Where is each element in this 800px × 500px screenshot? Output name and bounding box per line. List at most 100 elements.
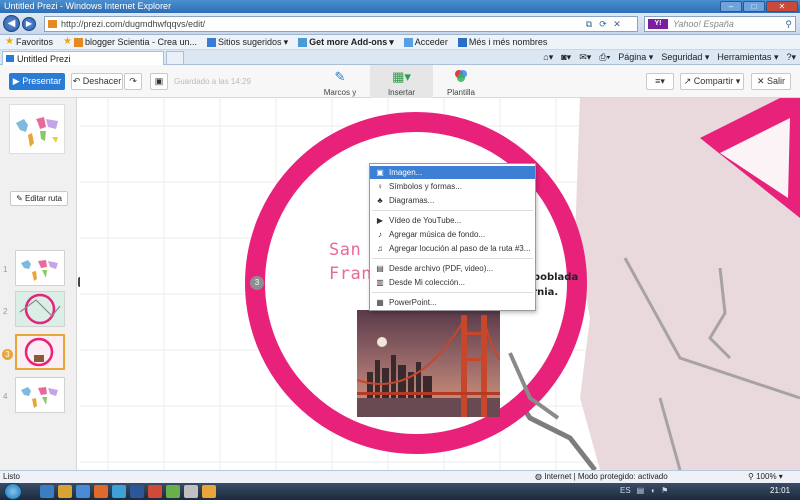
exit-button[interactable]: ✕ Salir (751, 73, 791, 90)
undo-button[interactable]: ↶ Deshacer (71, 73, 123, 90)
forward-button[interactable]: ▶ (22, 17, 36, 31)
favorites-button[interactable]: ★ Favoritos (5, 35, 53, 49)
share-label: Compartir (693, 76, 734, 86)
back-button[interactable]: ◀ (3, 15, 20, 32)
present-button[interactable]: ▶ Presentar (9, 73, 65, 90)
tab-untitled-prezi[interactable]: Untitled Prezi (2, 51, 164, 65)
redo-button[interactable]: ↷ (124, 73, 142, 90)
edit-route-button[interactable]: ✎ Editar ruta (10, 191, 68, 206)
save-icon: ▣ (154, 76, 164, 86)
taskbar-app-icon[interactable] (202, 485, 216, 498)
tools-menu[interactable]: Herramientas ▾ (717, 50, 778, 64)
taskbar-folder-icon[interactable] (58, 485, 72, 498)
url-text: http://prezi.com/dugmdhwfqqvs/edit/ (61, 19, 206, 29)
close-icon: ✕ (756, 76, 765, 86)
slide-thumbnail-4[interactable] (15, 377, 65, 413)
search-field[interactable]: Y! Yahoo! España ⚲ (644, 16, 796, 32)
slide-thumbnail-3[interactable] (15, 334, 65, 370)
menu-item-symbols[interactable]: ♀ Símbolos y formas... (370, 180, 535, 193)
new-tab-button[interactable] (166, 51, 184, 65)
favorites-label: Favoritos (15, 37, 53, 47)
page-menu[interactable]: Página ▾ (618, 50, 653, 64)
menu-item-from-file[interactable]: ▤ Desde archivo (PDF, video)... (370, 262, 535, 275)
taskbar-word-icon[interactable] (130, 485, 144, 498)
search-icon[interactable]: ⚲ (785, 17, 792, 31)
taskbar-app-icon[interactable] (112, 485, 126, 498)
window-titlebar: Untitled Prezi - Windows Internet Explor… (0, 0, 800, 13)
taskbar-app-icon[interactable] (184, 485, 198, 498)
favorite-link-label: Acceder (414, 37, 448, 47)
menu-item-voiceover[interactable]: ♫ Agregar locución al paso de la ruta #3… (370, 242, 535, 255)
slide-thumbnail-2[interactable] (15, 291, 65, 327)
stop-icon[interactable]: ✕ (611, 18, 623, 30)
security-menu[interactable]: Seguridad ▾ (661, 50, 709, 64)
menu-item-my-collection[interactable]: ▥ Desde Mi colección... (370, 276, 535, 289)
menu-item-powerpoint[interactable]: ▦ PowerPoint... (370, 296, 535, 309)
mail-icon[interactable]: ✉▾ (579, 50, 591, 64)
taskbar-app-icon[interactable] (94, 485, 108, 498)
undo-icon: ↶ (72, 76, 81, 86)
template-tool[interactable]: Plantilla (441, 69, 481, 97)
hamburger-icon: ≡▾ (655, 76, 665, 86)
zoom-level[interactable]: ⚲ 100% ▾ (748, 471, 783, 483)
taskbar-app-icon[interactable] (166, 485, 180, 498)
help-icon[interactable]: ?▾ (786, 50, 796, 64)
language-indicator[interactable]: ES (620, 486, 631, 495)
favorite-link[interactable]: Sitios sugeridos ▾ (207, 35, 288, 49)
menu-item-label: Símbolos y formas... (389, 182, 462, 191)
insert-dropdown-menu: ▣ Imagen... ♀ Símbolos y formas... ♣ Dia… (369, 163, 536, 311)
star-icon: ★ (5, 36, 14, 47)
menu-item-label: Desde archivo (PDF, video)... (389, 264, 494, 273)
address-bar: ◀ ▶ http://prezi.com/dugmdhwfqqvs/edit/ … (0, 13, 800, 35)
page-icon (403, 37, 413, 47)
diagram-icon: ♣ (377, 196, 383, 205)
golden-gate-photo[interactable] (357, 310, 500, 417)
slide-number: 1 (3, 265, 8, 274)
slide-thumbnail-1[interactable] (15, 250, 65, 286)
zoom-label: 100% (756, 472, 777, 481)
taskbar-ie-icon[interactable] (76, 485, 90, 498)
file-icon: ▤ (376, 264, 384, 273)
minimize-button[interactable]: – (720, 1, 742, 12)
music-note-icon: ♫ (377, 244, 383, 253)
favorite-link[interactable]: Acceder (403, 35, 448, 49)
feeds-icon[interactable]: ◙▾ (561, 50, 571, 64)
network-icon[interactable]: ▤ (637, 486, 645, 495)
refresh-icon[interactable]: ⟳ (597, 18, 609, 30)
start-button[interactable] (4, 483, 22, 500)
taskbar-clock[interactable]: 21:01 (770, 486, 790, 495)
security-zone[interactable]: ◍ Internet | Modo protegido: activado (535, 471, 668, 483)
present-label: Presentar (22, 76, 62, 86)
flag-icon[interactable]: ⚑ (661, 486, 668, 495)
share-button[interactable]: ↗ Compartir ▾ (680, 73, 744, 90)
favorite-link-label: Més i més nombres (468, 37, 548, 47)
home-icon[interactable]: ⌂▾ (543, 50, 553, 64)
menu-item-label: Agregar música de fondo... (389, 230, 486, 239)
insert-tool[interactable]: ▦▾ Insertar (370, 65, 433, 98)
insert-label: Insertar (387, 88, 416, 97)
menu-item-diagrams[interactable]: ♣ Diagramas... (370, 194, 535, 207)
menu-item-image[interactable]: ▣ Imagen... (370, 166, 535, 179)
maximize-button[interactable]: □ (743, 1, 765, 12)
menu-button[interactable]: ≡▾ (646, 73, 674, 90)
menu-separator (372, 292, 533, 293)
print-icon[interactable]: ⎙▾ (599, 50, 610, 64)
favorite-link[interactable]: ★ blogger Scientia - Crea un... (63, 35, 197, 49)
insert-icon: ▦▾ (392, 69, 411, 84)
windows-taskbar: ES ▤ ◖ ⚑ 21:01 (0, 483, 800, 500)
overview-thumbnail[interactable] (9, 104, 65, 154)
favorite-link[interactable]: Get more Add-ons ▾ (298, 35, 394, 49)
url-field[interactable]: http://prezi.com/dugmdhwfqqvs/edit/ ⧉ ⟳ … (44, 16, 638, 32)
save-button[interactable]: ▣ (150, 73, 168, 90)
menu-item-background-music[interactable]: ♪ Agregar música de fondo... (370, 228, 535, 241)
taskbar-app-icon[interactable] (148, 485, 162, 498)
close-window-button[interactable]: ✕ (766, 1, 798, 12)
volume-icon[interactable]: ◖ (650, 486, 655, 495)
taskbar-app-icon[interactable] (40, 485, 54, 498)
path-step-badge[interactable]: 3 (250, 276, 264, 290)
compat-view-icon[interactable]: ⧉ (583, 18, 595, 30)
template-label: Plantilla (446, 88, 475, 97)
menu-item-youtube[interactable]: ▶ Vídeo de YouTube... (370, 214, 535, 227)
menu-item-label: Agregar locución al paso de la ruta #3..… (389, 244, 531, 253)
favorite-link[interactable]: Més i més nombres (457, 35, 548, 49)
